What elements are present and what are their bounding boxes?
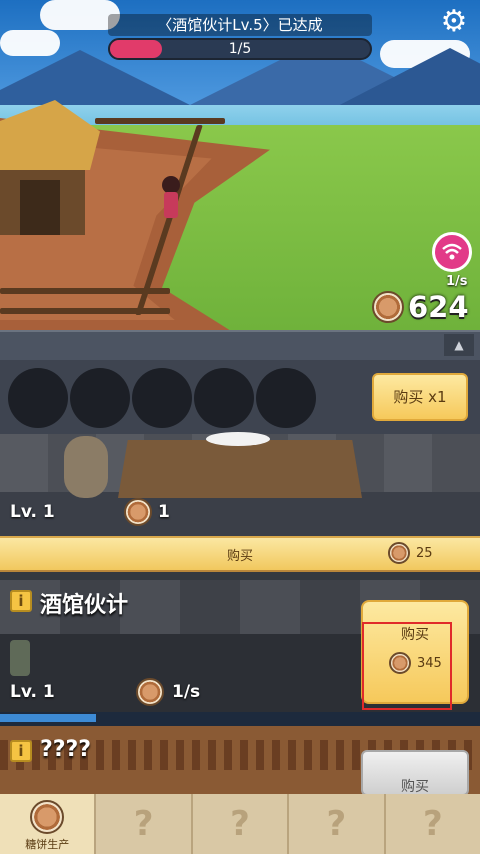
- worker-name: 酒馆伙计: [40, 593, 129, 618]
- locked-buy-button[interactable]: 购买: [361, 750, 469, 796]
- empty-slot[interactable]: [70, 368, 130, 428]
- buy-multiplier-button[interactable]: 购买 x1: [372, 373, 468, 421]
- cake-station-output: 1: [158, 502, 170, 522]
- cake-icon: [388, 542, 410, 564]
- stove[interactable]: [118, 440, 362, 498]
- hut-door: [20, 180, 60, 235]
- buy-price: 25: [388, 542, 433, 564]
- info-icon[interactable]: i: [10, 740, 32, 762]
- tab-locked[interactable]: ?: [386, 794, 480, 854]
- wifi-glyph: [442, 243, 462, 260]
- cake-station-level: Lv. 1: [10, 502, 55, 522]
- worker-figure: [10, 640, 30, 676]
- tab-cake-production[interactable]: 糖饼生产: [0, 794, 97, 854]
- bottom-tab-bar: 糖饼生产 ? ? ? ?: [0, 794, 480, 854]
- collapse-arrow-icon[interactable]: ▲: [444, 334, 474, 356]
- locked-icon: ?: [133, 804, 154, 844]
- panel-header: [0, 330, 480, 360]
- cake-total: 624: [372, 290, 469, 324]
- buy-price-value: 25: [416, 545, 433, 561]
- gear-icon[interactable]: ⚙: [438, 6, 470, 38]
- income-rate: 1/s: [446, 274, 468, 289]
- quest-progress-text: 1/5: [228, 41, 252, 57]
- locked-icon: ?: [230, 804, 250, 844]
- tab-locked[interactable]: ?: [193, 794, 290, 854]
- empty-slot[interactable]: [132, 368, 192, 428]
- locked-name: ????: [40, 737, 92, 762]
- locked-icon: ?: [422, 804, 443, 844]
- worker-rate: 1/s: [172, 682, 201, 702]
- tab-label: 糖饼生产: [25, 838, 70, 851]
- cake-icon: [124, 498, 152, 526]
- character[interactable]: [164, 192, 178, 218]
- wifi-icon[interactable]: [432, 232, 472, 272]
- fence: [95, 118, 225, 124]
- empty-slot[interactable]: [8, 368, 68, 428]
- cake-icon: [30, 800, 65, 834]
- quest-progress-bar: 1/5: [108, 38, 372, 60]
- empty-slot[interactable]: [256, 368, 316, 428]
- cake-station-buy-button[interactable]: 购买 25: [0, 536, 480, 572]
- tab-locked[interactable]: ?: [96, 794, 193, 854]
- quest-title: 〈酒馆伙计Lv.5〉已达成: [108, 14, 372, 36]
- cake-total-value: 624: [408, 290, 469, 324]
- worker-progress-fill: [0, 714, 96, 722]
- game-screen: 〈酒馆伙计Lv.5〉已达成 1/5 ⚙ 1/s 624 ▲ 购买 x1 Lv. …: [0, 0, 480, 854]
- cake-icon: [136, 678, 164, 706]
- highlight-box: [362, 622, 452, 710]
- info-icon[interactable]: i: [10, 590, 32, 612]
- locked-icon: ?: [326, 804, 347, 844]
- tab-locked[interactable]: ?: [289, 794, 386, 854]
- baking-pan: [206, 432, 270, 446]
- fence: [0, 308, 170, 314]
- empty-slot[interactable]: [194, 368, 254, 428]
- cake-icon: [372, 291, 404, 323]
- worker-level: Lv. 1: [10, 682, 55, 702]
- rolling-pin: [64, 436, 108, 498]
